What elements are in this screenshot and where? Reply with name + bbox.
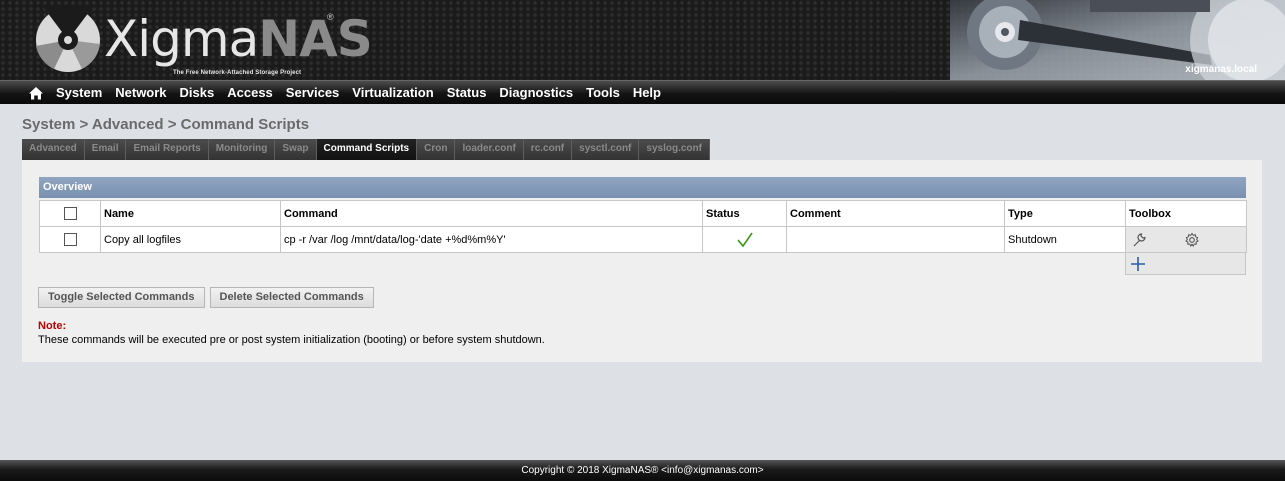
footer-copyright: Copyright © 2018 XigmaNAS® <info@xigmana… [0,460,1285,481]
tab-loader-conf[interactable]: loader.conf [455,139,524,160]
note-label: Note: [38,320,67,332]
row-select-cell [39,226,101,253]
tab-bar: Advanced Email Email Reports Monitoring … [22,139,710,160]
row-checkbox[interactable] [63,233,77,246]
row-command: cp -r /var /log /mnt/data/log-'date +%d%… [280,226,703,253]
row-comment [786,226,1005,253]
toggle-selected-commands-button[interactable]: Toggle Selected Commands [38,287,205,308]
hostname-label: xigmanas.local [1185,64,1257,75]
row-toolbox [1125,226,1247,253]
tab-swap[interactable]: Swap [275,139,317,160]
tab-sysctl-conf[interactable]: sysctl.conf [572,139,640,160]
column-header-status: Status [702,200,787,227]
gear-icon[interactable] [1184,232,1200,248]
nav-tools[interactable]: Tools [586,85,620,100]
wrench-icon[interactable] [1131,232,1147,248]
breadcrumb: System > Advanced > Command Scripts [22,116,310,133]
nav-disks[interactable]: Disks [180,85,215,100]
xigmanas-logo[interactable]: XigmaNAS ® The Free Network-Attached Sto… [30,4,373,76]
nav-virtualization[interactable]: Virtualization [352,85,433,100]
note-text: These commands will be executed pre or p… [38,334,545,346]
command-scripts-table: Name Command Status Comment Type Toolbox… [39,200,1247,253]
tab-email[interactable]: Email [84,139,127,160]
row-name: Copy all logfiles [100,226,281,253]
column-header-type: Type [1004,200,1126,227]
nav-system[interactable]: System [56,85,102,100]
add-plus-icon[interactable] [1129,255,1147,273]
main-nav-bar: System Network Disks Access Services Vir… [0,80,1285,104]
nav-network[interactable]: Network [115,85,166,100]
logo-registered-mark: ® [327,12,334,22]
logo-tagline: The Free Network-Attached Storage Projec… [173,70,302,76]
tab-cron[interactable]: Cron [417,139,456,160]
content-panel: Overview Name Command Status Comment Typ… [22,160,1262,362]
add-row [1125,252,1246,275]
nav-diagnostics[interactable]: Diagnostics [499,85,573,100]
enabled-check-icon [736,232,753,247]
home-icon[interactable] [28,86,44,100]
tab-email-reports[interactable]: Email Reports [126,139,209,160]
overview-header: Overview [39,177,1246,198]
tab-advanced[interactable]: Advanced [22,139,85,160]
tab-monitoring[interactable]: Monitoring [208,139,276,160]
column-header-comment: Comment [786,200,1005,227]
nav-services[interactable]: Services [286,85,340,100]
table-header-row: Name Command Status Comment Type Toolbox [39,200,1247,227]
column-header-name: Name [100,200,281,227]
nav-help[interactable]: Help [633,85,661,100]
tab-syslog-conf[interactable]: syslog.conf [639,139,710,160]
select-all-cell [39,200,101,227]
delete-selected-commands-button[interactable]: Delete Selected Commands [209,287,374,308]
table-row: Copy all logfiles cp -r /var /log /mnt/d… [39,226,1247,253]
header-banner: XigmaNAS ® The Free Network-Attached Sto… [0,0,1285,80]
tab-command-scripts[interactable]: Command Scripts [316,139,418,160]
row-type: Shutdown [1004,226,1126,253]
select-all-checkbox[interactable] [63,207,77,220]
row-status-cell [702,226,787,253]
nav-status[interactable]: Status [447,85,487,100]
column-header-toolbox: Toolbox [1125,200,1247,227]
logo-ring-icon [36,6,100,72]
tab-rc-conf[interactable]: rc.conf [523,139,573,160]
nav-access[interactable]: Access [227,85,273,100]
column-header-command: Command [280,200,703,227]
